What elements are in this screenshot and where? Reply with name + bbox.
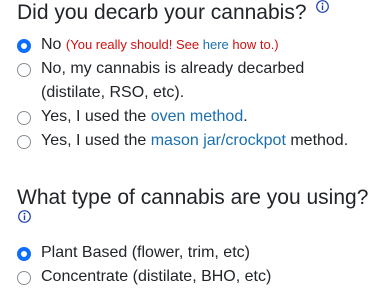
mason-jar-crockpot-link[interactable]: mason jar/crockpot bbox=[151, 132, 286, 149]
radio-oven[interactable] bbox=[17, 111, 31, 125]
option-already-decarbed-continuation: (distilate, RSO, etc). bbox=[41, 84, 185, 101]
question-decarb-text: Did you decarb your cannabis? bbox=[17, 1, 307, 24]
info-icon[interactable] bbox=[18, 210, 31, 223]
radio-concentrate[interactable] bbox=[17, 271, 31, 285]
question-decarb-title: Did you decarb your cannabis? bbox=[17, 0, 330, 26]
radio-plant-based[interactable] bbox=[17, 247, 31, 261]
decarb-how-to-link[interactable]: here bbox=[203, 37, 229, 52]
question-cannabis-type-text: What type of cannabis are you using? bbox=[17, 186, 369, 209]
radio-mason-jar[interactable] bbox=[17, 135, 31, 149]
radio-already-decarbed[interactable] bbox=[17, 63, 31, 77]
info-icon[interactable] bbox=[316, 0, 330, 13]
option-plant-based-label: Plant Based (flower, trim, etc) bbox=[41, 244, 250, 261]
oven-method-link[interactable]: oven method bbox=[151, 108, 244, 125]
option-already-decarbed-label: No, my cannabis is already decarbed bbox=[41, 60, 305, 77]
question-cannabis-type-title: What type of cannabis are you using? bbox=[17, 185, 368, 211]
option-concentrate-label: Concentrate (distilate, BHO, etc) bbox=[41, 268, 272, 285]
radio-no[interactable] bbox=[17, 39, 31, 53]
decarb-warning-note: (You really should! See here how to.) bbox=[65, 37, 279, 52]
option-no-label: No bbox=[41, 36, 62, 53]
